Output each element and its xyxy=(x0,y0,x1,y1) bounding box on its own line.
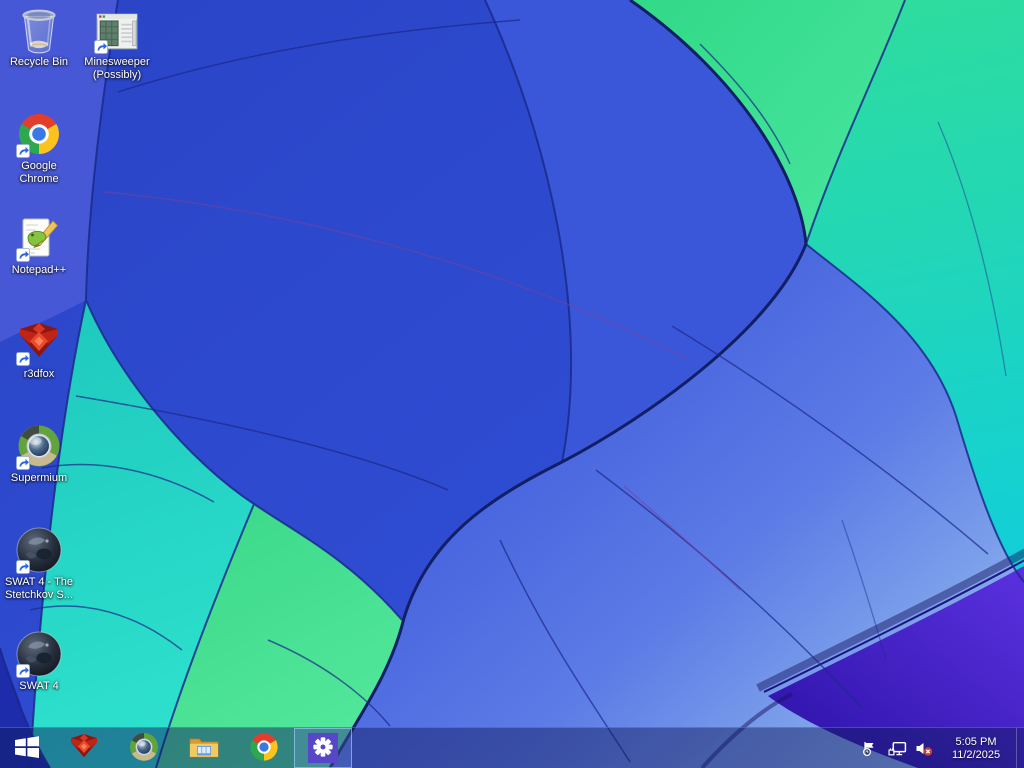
chrome-icon xyxy=(249,732,279,765)
start-button[interactable] xyxy=(0,728,54,768)
show-desktop-button[interactable] xyxy=(1016,728,1022,768)
file-explorer-icon xyxy=(189,733,219,763)
desktop-icon-notepad-plus-plus[interactable]: Notepad++ xyxy=(0,214,78,277)
taskbar-pin-supermium[interactable] xyxy=(114,728,174,768)
volume-muted-icon[interactable] xyxy=(914,740,934,758)
desktop-icon-label: Notepad++ xyxy=(11,264,67,276)
desktop-icon-supermium[interactable]: Supermium xyxy=(0,422,78,485)
desktop-screen: Recycle Bin Minesweeper(Possibly) Google… xyxy=(0,0,1024,768)
desktop-icon-label: Supermium xyxy=(10,472,68,484)
shortcut-arrow-overlay xyxy=(94,40,108,54)
system-tray: 5:05 PM 11/2/2025 xyxy=(860,728,1024,768)
action-center-flag-icon[interactable] xyxy=(860,740,880,758)
desktop-icon-swat4[interactable]: SWAT 4 xyxy=(0,630,78,693)
network-icon[interactable] xyxy=(887,740,907,758)
desktop-icon-google-chrome[interactable]: Google Chrome xyxy=(0,110,78,186)
desktop-icon-label: r3dfox xyxy=(23,368,55,380)
desktop-icon-label: Google Chrome xyxy=(19,160,59,185)
desktop-icon-recycle-bin[interactable]: Recycle Bin xyxy=(0,6,78,69)
desktop-icon-swat4-stetchkov[interactable]: SWAT 4 - The Stetchkov S... xyxy=(0,526,78,602)
desktop-icon-minesweeper[interactable]: Minesweeper (Possibly) xyxy=(78,6,156,82)
shortcut-arrow-overlay xyxy=(16,560,30,574)
gear-icon xyxy=(311,735,335,762)
taskbar-app-settings[interactable] xyxy=(294,728,352,768)
desktop-icon-label: SWAT 4 xyxy=(19,680,59,692)
supermium-icon xyxy=(129,732,159,765)
taskbar: 5:05 PM 11/2/2025 xyxy=(0,727,1024,768)
desktop-icon-r3dfox[interactable]: r3dfox xyxy=(0,318,78,381)
settings-tile xyxy=(308,733,338,763)
windows-logo-icon xyxy=(14,734,40,763)
clock-date: 11/2/2025 xyxy=(951,748,1001,761)
desktop-icon-label: Recycle Bin xyxy=(9,56,69,68)
desktop-wallpaper[interactable] xyxy=(0,0,1024,768)
taskbar-pin-google-chrome[interactable] xyxy=(234,728,294,768)
shortcut-arrow-overlay xyxy=(16,664,30,678)
shortcut-arrow-overlay xyxy=(16,456,30,470)
taskbar-clock[interactable]: 5:05 PM 11/2/2025 xyxy=(943,736,1009,762)
shortcut-arrow-overlay xyxy=(16,352,30,366)
r3dfox-icon xyxy=(69,732,99,765)
desktop-icon-label: Minesweeper (Possibly) xyxy=(84,56,150,81)
taskbar-pin-file-explorer[interactable] xyxy=(174,728,234,768)
desktop-icon-label: SWAT 4 - The Stetchkov S... xyxy=(4,576,74,601)
shortcut-arrow-overlay xyxy=(16,144,30,158)
shortcut-arrow-overlay xyxy=(16,248,30,262)
taskbar-pin-r3dfox[interactable] xyxy=(54,728,114,768)
clock-time: 5:05 PM xyxy=(955,735,997,748)
